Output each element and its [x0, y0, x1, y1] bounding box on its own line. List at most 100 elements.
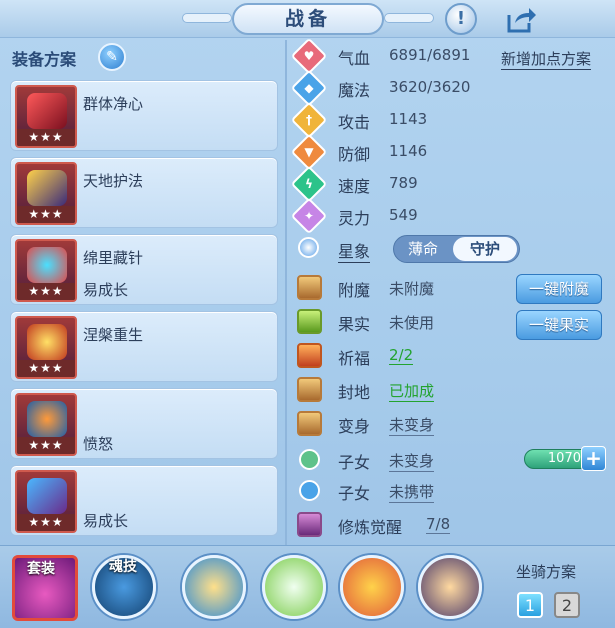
stat-value: 1143 [389, 110, 428, 128]
fruit-icon [297, 309, 322, 334]
belt-icon: ★★★ [15, 393, 77, 456]
fruit-label: 果实 [338, 315, 371, 334]
soul-skill-button[interactable]: 魂技 [92, 555, 156, 619]
star-rating: ★★★ [17, 360, 75, 377]
prayer-icon [297, 343, 322, 368]
prayer-row: 祈福 2/2 [296, 342, 611, 370]
star-sign-icon [298, 237, 319, 258]
equip-card[interactable]: ★★★ 涅槃重生 [10, 311, 278, 382]
lightning-icon: ϟ [290, 165, 328, 203]
title-ornament-right [384, 13, 434, 23]
stat-hp: ♥ 气血 6891/6891 [290, 37, 611, 75]
star-rating: ★★★ [17, 206, 75, 223]
cultivation-row: 修炼觉醒 7/8 [296, 511, 611, 539]
stat-label: 攻击 [338, 113, 371, 132]
stat-attack: † 攻击 1143 [290, 101, 611, 139]
equip-name: 绵里藏针 [83, 249, 144, 267]
weapon-icon: ★★★ [15, 85, 77, 148]
add-currency-button[interactable]: + [581, 446, 606, 471]
seal-row: 封地 已加成 [296, 376, 611, 404]
title-bar: 战备 ! [0, 0, 615, 38]
paw-icon [299, 480, 320, 501]
mount-plan-1-button[interactable]: 1 [517, 592, 543, 618]
edit-plan-button[interactable]: ✎ [98, 43, 126, 71]
enchant-icon [297, 275, 322, 300]
equip-card[interactable]: ★★★ 天地护法 [10, 157, 278, 228]
transform-label: 变身 [338, 417, 371, 436]
transform-icon [297, 411, 322, 436]
toggle-option-bo-ming[interactable]: 薄命 [394, 236, 452, 262]
stat-label: 速度 [338, 177, 371, 196]
stat-label: 气血 [338, 49, 371, 68]
star-sign-toggle[interactable]: 薄命 守护 [393, 235, 520, 263]
pencil-icon: ✎ [106, 49, 118, 65]
equip-name: 天地护法 [83, 172, 144, 190]
stat-defense: ▼ 防御 1146 [290, 133, 611, 171]
shield-icon: ▼ [290, 133, 328, 171]
cultivation-value[interactable]: 7/8 [426, 515, 451, 534]
boots-icon: ★★★ [15, 470, 77, 533]
equip-plan-title: 装备方案 [12, 50, 77, 69]
set-button[interactable]: 套装 [12, 555, 78, 621]
skill-slot-2[interactable] [262, 555, 326, 619]
skill-slot-1[interactable] [182, 555, 246, 619]
sword-icon: † [290, 101, 328, 139]
one-click-fruit-button[interactable]: 一键果实 [516, 310, 602, 340]
equip-card[interactable]: ★★★ 愤怒 [10, 388, 278, 459]
stat-label: 防御 [338, 145, 371, 164]
helmet-icon: ★★★ [15, 162, 77, 225]
child-icon [299, 449, 320, 470]
stat-value: 6891/6891 [389, 46, 471, 64]
page-title: 战备 [232, 3, 384, 35]
seal-label: 封地 [338, 383, 371, 402]
soul-skill-label: 魂技 [109, 559, 137, 575]
star-sign-label[interactable]: 星象 [338, 238, 371, 263]
equip-card[interactable]: ★★★ 易成长 [10, 465, 278, 536]
share-icon [507, 8, 536, 33]
child-carry-value[interactable]: 未携带 [389, 481, 435, 503]
equip-name: 涅槃重生 [83, 326, 144, 344]
stat-value: 1146 [389, 142, 428, 160]
info-button[interactable]: ! [445, 3, 477, 35]
child-label: 子女 [338, 484, 371, 503]
star-rating: ★★★ [17, 283, 75, 300]
one-click-enchant-button[interactable]: 一键附魔 [516, 274, 602, 304]
cultivation-label: 修炼觉醒 [338, 518, 403, 537]
stat-value: 549 [389, 206, 418, 224]
skill-slot-4[interactable] [418, 555, 482, 619]
transform-value[interactable]: 未变身 [389, 414, 435, 436]
stat-speed: ϟ 速度 789 [290, 165, 611, 203]
equip-list: ★★★ 群体净心 ★★★ 天地护法 ★★★ 绵里藏针 易成长 ★★★ 涅槃重生 … [8, 76, 278, 538]
cultivation-icon [297, 512, 322, 537]
child-label: 子女 [338, 453, 371, 472]
child-transform-value[interactable]: 未变身 [389, 450, 435, 472]
transform-row: 变身 未变身 [296, 410, 611, 438]
enchant-label: 附魔 [338, 281, 371, 300]
prayer-label: 祈福 [338, 349, 371, 368]
equip-name: 群体净心 [83, 95, 144, 113]
share-button[interactable] [505, 3, 537, 35]
heart-icon: ♥ [290, 37, 328, 75]
set-label: 套装 [27, 561, 55, 577]
seal-value[interactable]: 已加成 [389, 380, 435, 402]
enchant-value: 未附魔 [389, 280, 435, 298]
skill-slot-3[interactable] [340, 555, 404, 619]
equip-trait: 易成长 [83, 281, 129, 299]
star-rating: ★★★ [17, 514, 75, 531]
stat-spirit: ✦ 灵力 549 [290, 197, 611, 235]
star-rating: ★★★ [17, 129, 75, 146]
mana-icon: ◆ [290, 69, 328, 107]
star-rating: ★★★ [17, 437, 75, 454]
equip-card[interactable]: ★★★ 群体净心 [10, 80, 278, 151]
divider [285, 40, 287, 545]
armor-icon: ★★★ [15, 316, 77, 379]
prayer-value[interactable]: 2/2 [389, 346, 414, 365]
spirit-icon: ✦ [290, 197, 328, 235]
title-ornament-left [182, 13, 232, 23]
child-row-2: 子女 未携带 [296, 477, 611, 505]
toggle-option-shou-hu[interactable]: 守护 [453, 237, 517, 261]
equip-card[interactable]: ★★★ 绵里藏针 易成长 [10, 234, 278, 305]
fruit-value: 未使用 [389, 314, 435, 332]
mount-plan-2-button[interactable]: 2 [554, 592, 580, 618]
stat-label: 魔法 [338, 81, 371, 100]
